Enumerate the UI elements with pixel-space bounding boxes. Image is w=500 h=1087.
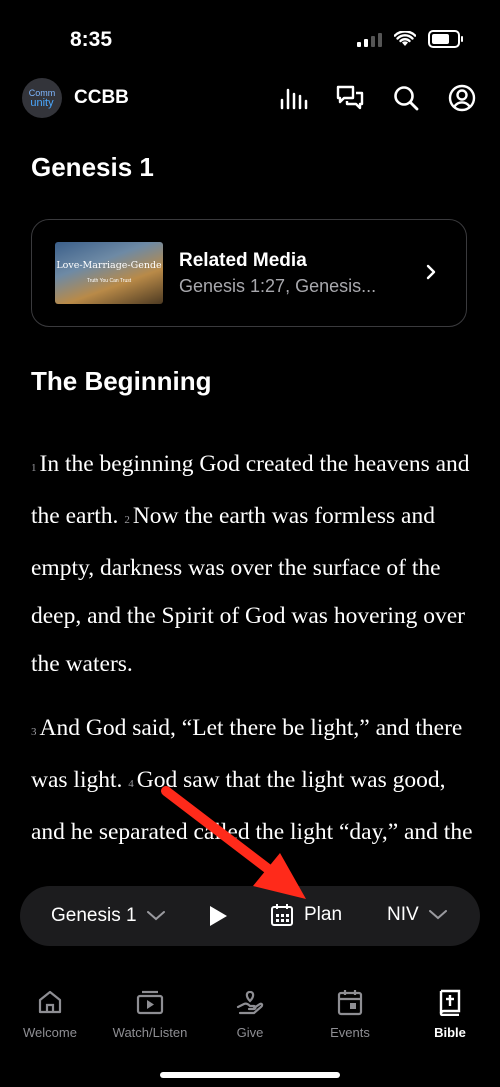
home-indicator [160,1072,340,1078]
media-subtitle: Genesis 1:27, Genesis... [179,275,377,296]
book-chapter-selector[interactable]: Genesis 1 [51,905,165,927]
media-thumbnail: Love-Marriage-Gende Truth You Can Trust [55,242,163,304]
video-icon [136,985,164,1019]
give-icon [236,985,264,1019]
paragraph: 1 In the beginning God created the heaven… [31,440,481,688]
chapter-title: Genesis 1 [31,152,154,182]
paragraph: 3 And God said, “Let there be light,” and… [31,704,481,856]
status-bar: 8:35 [0,0,500,80]
account-icon[interactable] [446,82,478,114]
cellular-signal-icon [357,31,382,47]
chat-icon[interactable] [334,82,366,114]
verse-number: 3 [31,726,37,738]
verse-number: 4 [128,778,134,790]
verse-text: called the light “day,” and the [193,819,473,845]
status-time: 8:35 [70,28,113,51]
plan-button[interactable]: Plan [270,903,342,927]
verse-number: 2 [124,514,130,526]
verse-text: Now the earth was formless and empty, da… [31,503,465,677]
home-icon [37,985,63,1019]
app-logo[interactable]: Comm unity [22,78,62,118]
media-title: Related Media [179,249,307,271]
chart-bars-icon[interactable] [278,82,310,114]
verse-number: 1 [31,462,37,474]
tab-welcome[interactable]: Welcome [0,985,100,1055]
scripture-text: 1 In the beginning God created the heaven… [31,440,481,856]
calendar-icon [337,985,363,1019]
battery-icon [428,30,463,48]
calendar-icon [271,904,293,926]
tab-events[interactable]: Events [300,985,400,1055]
related-media-card[interactable]: Love-Marriage-Gende Truth You Can Trust … [31,219,467,327]
search-icon[interactable] [390,82,422,114]
tab-give[interactable]: Give [200,985,300,1055]
wifi-icon [394,31,416,46]
tab-bar: Welcome Watch/Listen Give Events Bible [0,985,500,1055]
play-button[interactable] [208,905,228,927]
version-selector[interactable]: NIV [387,904,447,926]
tab-bible[interactable]: Bible [400,985,500,1055]
bible-icon [438,985,462,1019]
reader-toolbar: Genesis 1 Plan NIV [20,886,480,946]
chevron-down-icon [428,910,447,920]
section-heading: The Beginning [31,366,212,396]
app-header: Comm unity CCBB [22,76,478,120]
tab-watch-listen[interactable]: Watch/Listen [100,985,200,1055]
app-name: CCBB [74,87,129,108]
chevron-right-icon [426,264,436,280]
chevron-down-icon [146,911,165,921]
